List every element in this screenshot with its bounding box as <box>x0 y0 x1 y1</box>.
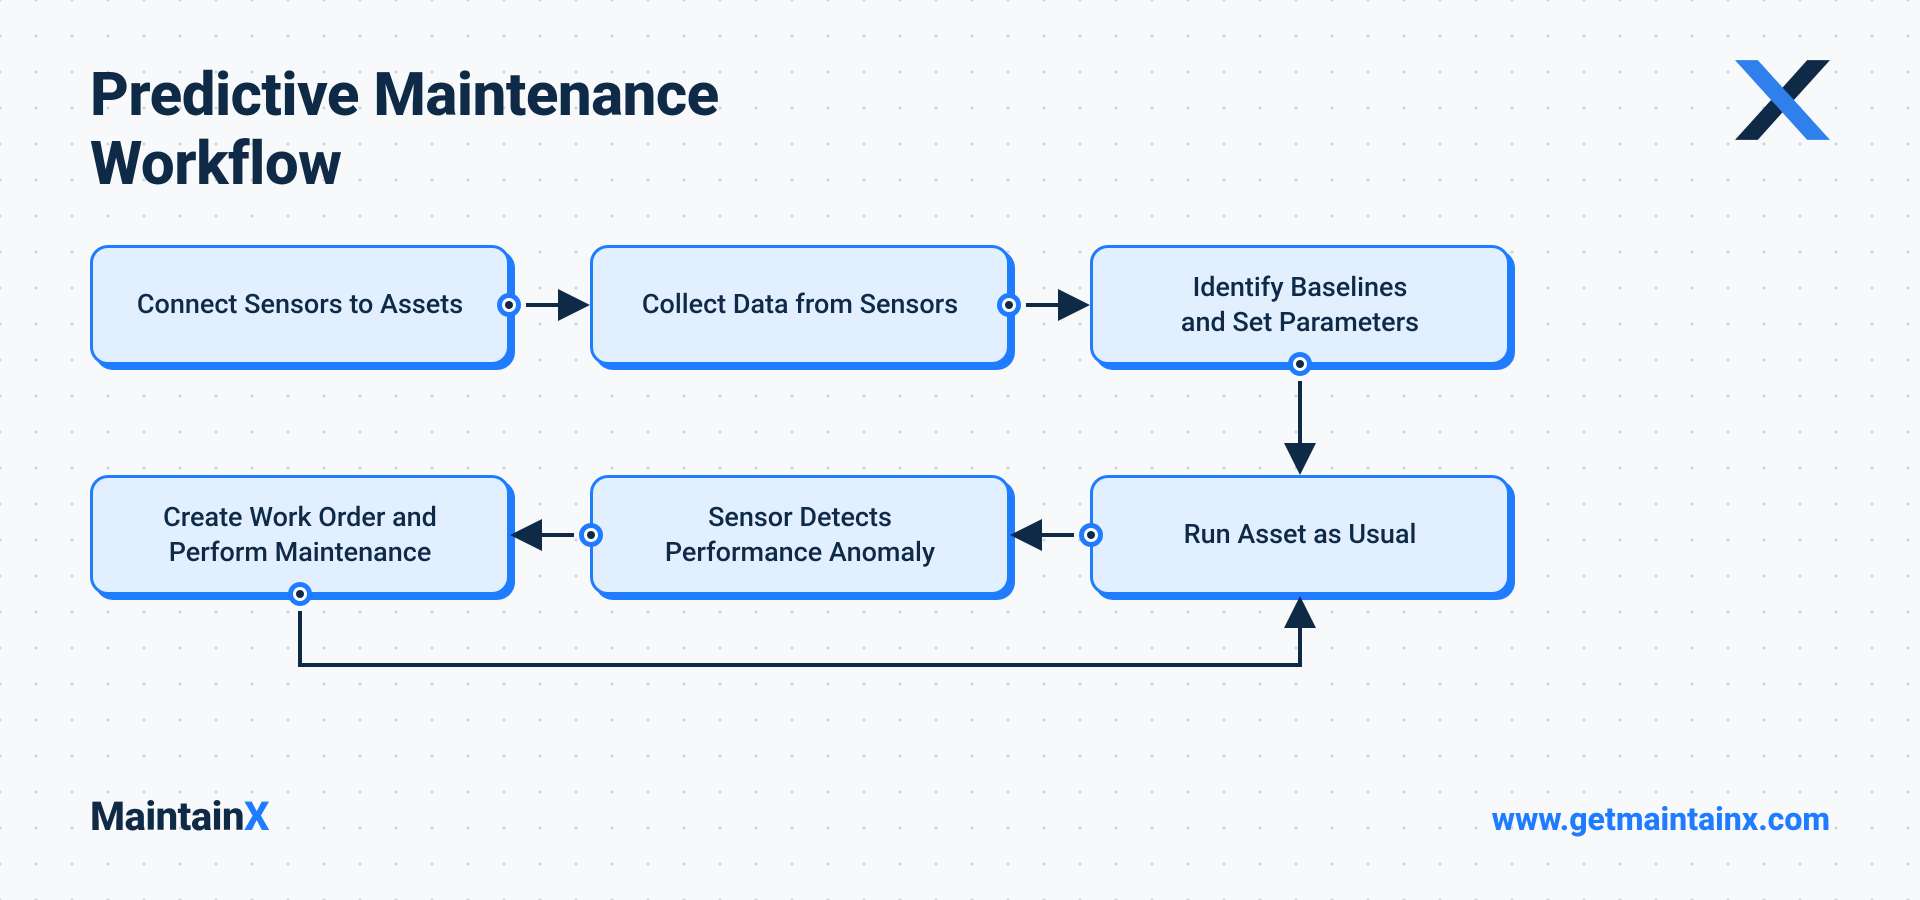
node-label-line: and Set Parameters <box>1181 306 1419 338</box>
node-label: Connect Sensors to Assets <box>137 287 463 322</box>
node-create-work-order: Create Work Order and Perform Maintenanc… <box>90 475 510 595</box>
brand-x-icon <box>1735 60 1830 140</box>
connector-port-icon <box>288 582 312 606</box>
brand-url: www.getmaintainx.com <box>1492 800 1830 838</box>
connector-port-icon <box>1288 352 1312 376</box>
brand-name-main: Maintain <box>90 793 244 840</box>
connector-port-icon <box>579 523 603 547</box>
connector-port-icon <box>497 293 521 317</box>
node-connect-sensors: Connect Sensors to Assets <box>90 245 510 365</box>
node-label: Create Work Order and Perform Maintenanc… <box>163 500 437 570</box>
node-label: Run Asset as Usual <box>1184 517 1417 552</box>
node-label: Collect Data from Sensors <box>642 287 958 322</box>
connector-port-icon <box>1079 523 1103 547</box>
node-label-line: Performance Anomaly <box>665 536 935 568</box>
node-label-line: Sensor Detects <box>708 501 892 533</box>
node-collect-data: Collect Data from Sensors <box>590 245 1010 365</box>
node-run-asset: Run Asset as Usual <box>1090 475 1510 595</box>
title-line-1: Predictive Maintenance <box>90 59 719 130</box>
connector-port-icon <box>997 293 1021 317</box>
brand-name-accent: X <box>244 793 269 840</box>
node-identify-baselines: Identify Baselines and Set Parameters <box>1090 245 1510 365</box>
node-label: Sensor Detects Performance Anomaly <box>665 500 935 570</box>
node-sensor-anomaly: Sensor Detects Performance Anomaly <box>590 475 1010 595</box>
node-label-line: Identify Baselines <box>1193 271 1408 303</box>
node-label-line: Create Work Order and <box>163 501 437 533</box>
node-label: Identify Baselines and Set Parameters <box>1181 270 1419 340</box>
title-line-2: Workflow <box>90 128 341 199</box>
diagram-title: Predictive Maintenance Workflow <box>90 60 719 198</box>
brand-logo: MaintainX <box>90 793 269 840</box>
node-label-line: Perform Maintenance <box>169 536 432 568</box>
